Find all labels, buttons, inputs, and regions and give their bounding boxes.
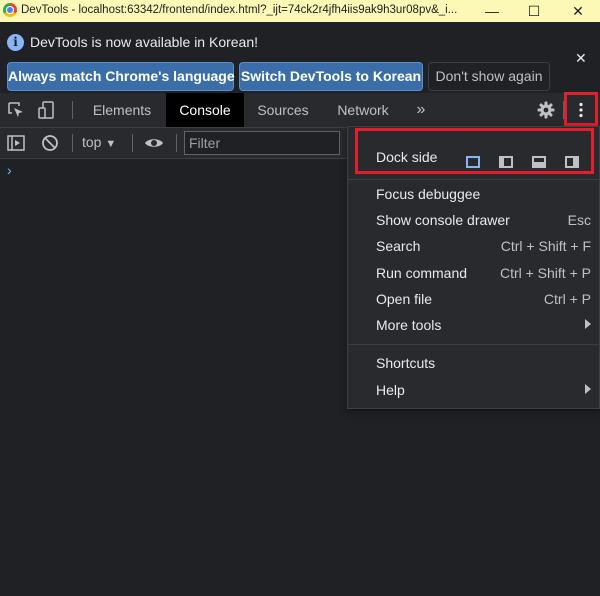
menu-item-focus-debuggee[interactable]: Focus debuggee: [348, 182, 599, 208]
menu-divider: [348, 344, 599, 345]
devtools-tab-bar: Elements Console Sources Network »: [0, 93, 600, 128]
chrome-logo-icon: [3, 3, 17, 17]
menu-item-open-file[interactable]: Open file Ctrl + P: [348, 287, 599, 313]
tab-console[interactable]: Console: [166, 93, 244, 127]
more-tabs-button[interactable]: »: [408, 93, 434, 127]
submenu-arrow-icon: [585, 319, 591, 329]
maximize-button[interactable]: ☐: [512, 0, 556, 22]
switch-to-korean-button[interactable]: Switch DevTools to Korean: [239, 62, 423, 91]
live-expression-eye-icon[interactable]: [144, 134, 163, 152]
menu-item-shortcut: Ctrl + Shift + P: [499, 265, 591, 281]
infobar-close-button[interactable]: ✕: [575, 50, 587, 67]
tab-sources[interactable]: Sources: [248, 93, 318, 127]
clear-console-icon[interactable]: [41, 134, 59, 152]
menu-item-label: More tools: [376, 317, 442, 333]
menu-item-label: Run command: [376, 265, 468, 281]
menu-item-label: Open file: [376, 291, 433, 307]
menu-item-label: Search: [376, 238, 421, 254]
window-title-bar: DevTools - localhost:63342/frontend/inde…: [0, 0, 600, 22]
toolbar-divider: [72, 134, 73, 152]
menu-item-label: Show console drawer: [376, 212, 510, 228]
always-match-language-button[interactable]: Always match Chrome's language: [7, 62, 235, 91]
device-toolbar-icon[interactable]: [38, 101, 56, 119]
context-selector-value: top: [82, 134, 102, 150]
menu-item-more-tools[interactable]: More tools: [348, 313, 599, 339]
toolbar-divider: [176, 134, 177, 152]
tab-elements[interactable]: Elements: [82, 93, 162, 127]
menu-item-label: Focus debuggee: [376, 186, 481, 202]
menu-item-shortcut: Ctrl + Shift + F: [500, 238, 591, 254]
menu-item-shortcuts[interactable]: Shortcuts: [348, 351, 599, 377]
infobar-message: DevTools is now available in Korean!: [30, 34, 259, 50]
menu-item-search[interactable]: Search Ctrl + Shift + F: [348, 234, 599, 260]
context-selector[interactable]: top ▼: [82, 134, 116, 150]
dropdown-arrow-icon: ▼: [105, 138, 117, 150]
menu-item-label: Shortcuts: [376, 355, 436, 371]
show-sidebar-icon[interactable]: [7, 134, 25, 152]
kebab-highlight-box: [564, 92, 598, 126]
tab-network[interactable]: Network: [326, 93, 400, 127]
language-infobar: i DevTools is now available in Korean! ✕…: [0, 22, 600, 93]
toolbar-divider: [72, 101, 73, 119]
minimize-button[interactable]: —: [470, 0, 514, 22]
menu-item-show-console-drawer[interactable]: Show console drawer Esc: [348, 208, 599, 234]
menu-item-shortcut: Ctrl + P: [543, 291, 591, 307]
window-title: DevTools - localhost:63342/frontend/inde…: [21, 4, 458, 16]
menu-item-run-command[interactable]: Run command Ctrl + Shift + P: [348, 261, 599, 287]
info-icon: i: [7, 34, 24, 51]
dont-show-again-button[interactable]: Don't show again: [428, 62, 550, 91]
inspect-element-icon[interactable]: [7, 101, 25, 119]
settings-gear-icon[interactable]: [537, 101, 555, 119]
dock-side-highlight-box: [355, 128, 594, 174]
filter-input[interactable]: Filter: [184, 131, 340, 155]
menu-divider: [348, 179, 599, 180]
menu-item-shortcut: Esc: [567, 212, 591, 228]
menu-item-label: Help: [376, 382, 405, 398]
window-close-button[interactable]: ✕: [556, 0, 600, 22]
submenu-arrow-icon: [585, 384, 591, 394]
toolbar-divider: [132, 134, 133, 152]
console-prompt[interactable]: ›: [7, 162, 12, 178]
menu-item-help[interactable]: Help: [348, 378, 599, 404]
